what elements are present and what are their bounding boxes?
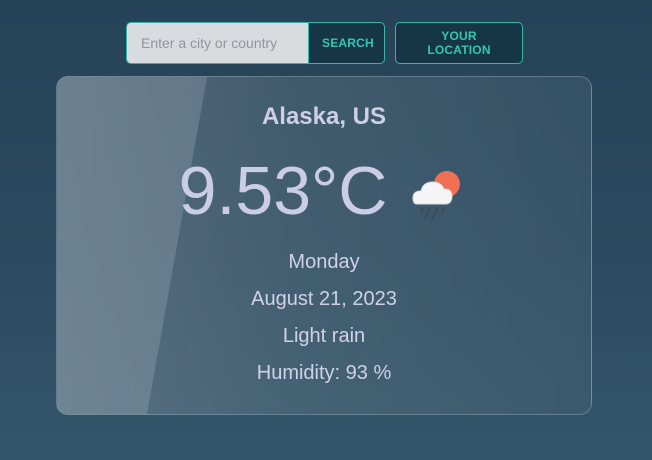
search-bar: SEARCH YOUR LOCATION [126,22,523,64]
temperature-value: 9.53°C [178,153,388,229]
search-button[interactable]: SEARCH [308,22,385,64]
weather-card: Alaska, US 9.53°C Monday August 21, 2023… [56,76,592,415]
temperature-row: 9.53°C [57,151,591,231]
date-label: August 21, 2023 [251,288,397,310]
weather-description: Light rain [282,325,366,347]
location-title: Alaska, US [261,103,387,130]
day-label: Monday [288,251,360,273]
search-input[interactable] [126,22,308,64]
light-rain-icon [412,171,461,220]
your-location-button[interactable]: YOUR LOCATION [395,22,523,64]
humidity-label: Humidity: 93 % [256,362,392,384]
